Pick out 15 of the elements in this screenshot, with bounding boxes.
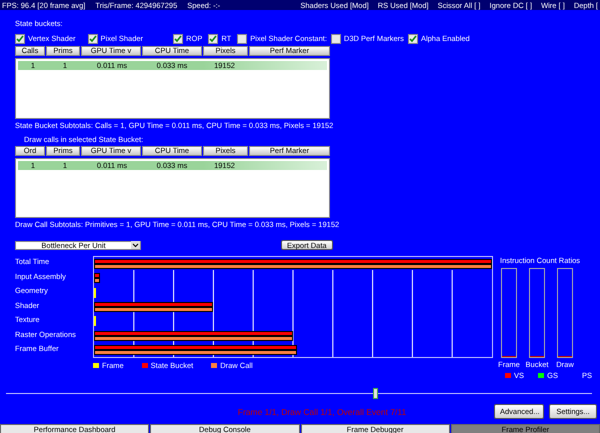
checkmark-icon (88, 34, 97, 42)
checkbox[interactable] (88, 34, 98, 44)
caret-icon (131, 241, 140, 249)
checkbox[interactable] (237, 34, 248, 44)
checkmark-icon (209, 34, 218, 42)
event-status: Frame 1/1, Draw Call 1/1, Overall Event 7/11 (236, 406, 408, 416)
slider-thumb[interactable] (373, 388, 378, 398)
checkbox[interactable] (15, 34, 25, 44)
checkbox[interactable] (408, 34, 418, 44)
checkmark-icon (174, 34, 182, 42)
checkmark-icon (408, 34, 417, 42)
checkbox[interactable] (173, 34, 184, 44)
checkbox[interactable] (330, 34, 341, 44)
checkbox[interactable] (208, 34, 218, 44)
checkmark-icon (16, 34, 24, 42)
